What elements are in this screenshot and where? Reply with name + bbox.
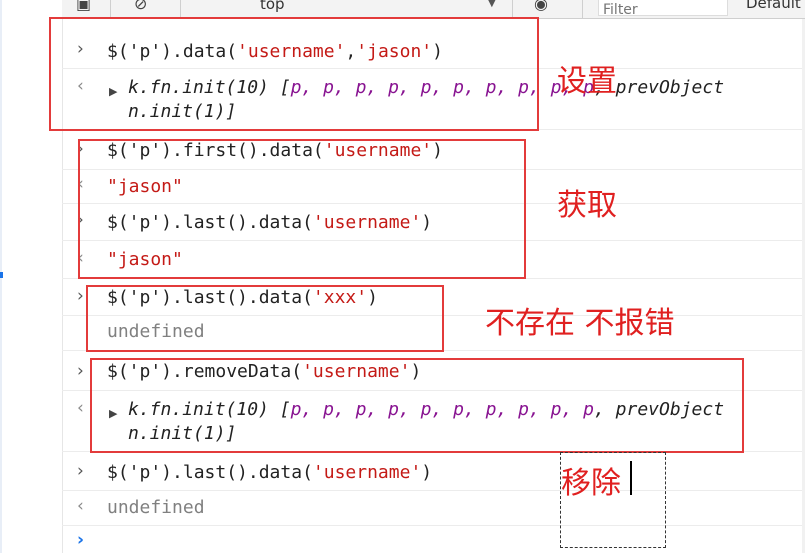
toolbar-divider: [512, 0, 513, 18]
annotation-label-missing: 不存在 不报错: [485, 306, 675, 341]
resize-handle[interactable]: [0, 272, 3, 278]
annotation-box-set: [49, 17, 539, 131]
input-chevron-icon: ›: [77, 286, 84, 306]
log-levels-dropdown[interactable]: Default levels: [746, 0, 805, 12]
annotation-label-get: 获取: [557, 188, 617, 223]
sidebar-toggle-icon[interactable]: ▣: [76, 0, 91, 13]
annotation-label-set: 设置: [557, 64, 617, 99]
annotation-box-get: [78, 139, 526, 279]
toolbar-divider: [582, 0, 583, 18]
text-cursor: [630, 461, 632, 495]
filter-field[interactable]: [598, 0, 728, 17]
prompt-chevron-icon: ›: [77, 530, 85, 550]
input-chevron-icon: ›: [77, 461, 84, 481]
console-output-row: ‹ undefined: [62, 493, 802, 526]
filter-input[interactable]: [599, 3, 727, 17]
output-chevron-icon: ‹: [77, 496, 84, 516]
console-command[interactable]: $('p').last().data('username'): [107, 462, 432, 483]
input-chevron-icon: ›: [77, 361, 84, 381]
annotation-label-remove[interactable]: 移除: [561, 458, 621, 502]
toolbar-divider: [110, 0, 111, 18]
output-undefined: undefined: [107, 497, 205, 518]
output-chevron-icon: ‹: [77, 398, 84, 418]
chevron-down-icon[interactable]: ▼: [488, 0, 496, 9]
toolbar-divider: [180, 0, 181, 18]
console-input-row: › $('p').last().data('username'): [62, 458, 802, 491]
execution-context-select[interactable]: top: [260, 0, 285, 13]
console-prompt-row[interactable]: ›: [62, 529, 802, 553]
annotation-box-remove: [90, 358, 744, 453]
annotation-box-missing: [86, 285, 444, 352]
clear-console-icon[interactable]: ⊘: [134, 0, 147, 13]
eye-icon[interactable]: ◉: [534, 0, 548, 13]
